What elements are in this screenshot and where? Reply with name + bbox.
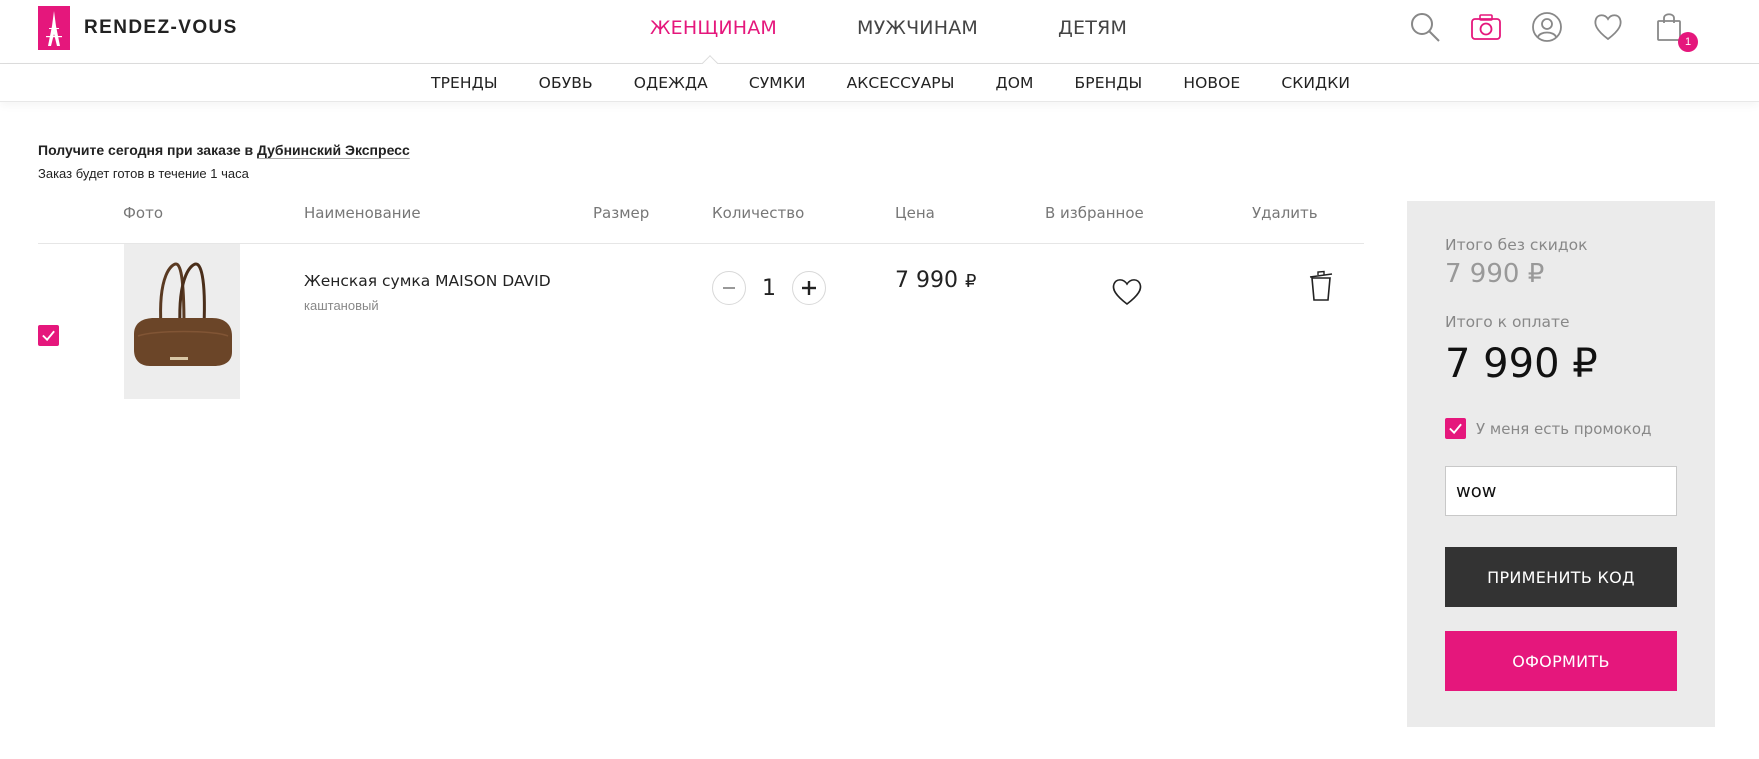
category-new[interactable]: НОВОЕ [1183,64,1240,102]
delivery-notice: Получите сегодня при заказе в Дубнинский… [38,142,410,181]
header-favorite: В избранное [1045,204,1144,222]
category-clothes[interactable]: ОДЕЖДА [634,64,708,102]
cart-row: Женская сумка MAISON DAVID каштановый 1 … [38,244,1364,404]
promo-code-input[interactable] [1445,466,1677,516]
row-select-checkbox[interactable] [38,325,59,346]
checkmark-icon [1449,423,1462,435]
total-label: Итого к оплате [1445,313,1570,331]
category-nav: ТРЕНДЫ ОБУВЬ ОДЕЖДА СУМКИ АКСЕССУАРЫ ДОМ… [0,64,1759,102]
cart-table-header: Фото Наименование Размер Количество Цена… [38,200,1364,244]
delivery-notice-subtitle: Заказ будет готов в течение 1 часа [38,166,249,181]
promo-code-toggle[interactable]: У меня есть промокод [1445,418,1651,439]
plus-icon [802,281,816,295]
search-icon[interactable] [1408,10,1442,44]
minus-icon [723,287,735,289]
checkmark-icon [42,330,55,342]
header-delete: Удалить [1252,204,1318,222]
main-nav-men[interactable]: МУЖЧИНАМ [857,0,978,56]
heart-icon [1112,279,1142,306]
product-name[interactable]: Женская сумка MAISON DAVID [304,272,551,290]
quantity-stepper: 1 [712,271,826,305]
delivery-notice-prefix: Получите сегодня при заказе в [38,142,257,158]
camera-icon[interactable] [1469,10,1503,44]
header-size: Размер [593,204,650,222]
checkout-button[interactable]: ОФОРМИТЬ [1445,631,1677,691]
user-icon[interactable] [1530,10,1564,44]
category-bags[interactable]: СУМКИ [749,64,806,102]
header-name: Наименование [304,204,421,222]
category-sale[interactable]: СКИДКИ [1281,64,1350,102]
header-quantity: Количество [712,204,805,222]
main-nav-women[interactable]: ЖЕНЩИНАМ [650,0,777,56]
price-currency: ₽ [964,271,977,292]
header-photo: Фото [123,204,164,222]
heart-icon[interactable] [1591,10,1625,44]
apply-promo-button[interactable]: ПРИМЕНИТЬ КОД [1445,547,1677,607]
delivery-notice-title: Получите сегодня при заказе в Дубнинский… [38,142,410,158]
category-shoes[interactable]: ОБУВЬ [539,64,593,102]
trash-icon [1309,270,1333,301]
delete-item-button[interactable] [1308,270,1334,302]
handbag-image [124,244,240,399]
quantity-decrease-button[interactable] [712,271,746,305]
main-nav-kids[interactable]: ДЕТЯМ [1058,0,1127,56]
category-trends[interactable]: ТРЕНДЫ [431,64,498,102]
price-value: 7 990 [895,268,958,293]
store-link[interactable]: Дубнинский Экспресс [257,142,410,158]
cart-count-badge: 1 [1678,32,1698,52]
add-to-favorites-button[interactable] [1110,274,1144,308]
product-color: каштановый [304,298,379,313]
cart-icon[interactable]: 1 [1652,10,1698,52]
site-header: RENDEZ-VOUS ЖЕНЩИНАМ МУЖЧИНАМ ДЕТЯМ 1 [0,0,1759,75]
product-photo[interactable] [124,244,240,399]
header-icons: 1 [1408,10,1713,52]
order-summary: Итого без скидок 7 990 ₽ Итого к оплате … [1407,201,1715,727]
category-accessories[interactable]: АКСЕССУАРЫ [847,64,955,102]
category-brands[interactable]: БРЕНДЫ [1075,64,1143,102]
subtotal-label: Итого без скидок [1445,236,1588,254]
total-value: 7 990 ₽ [1445,341,1598,387]
promo-checkbox[interactable] [1445,418,1466,439]
product-price: 7 990 ₽ [895,268,976,293]
promo-checkbox-label: У меня есть промокод [1476,419,1652,438]
header-price: Цена [895,204,935,222]
quantity-increase-button[interactable] [792,271,826,305]
category-home[interactable]: ДОМ [996,64,1034,102]
subtotal-value: 7 990 ₽ [1445,259,1545,289]
quantity-value: 1 [762,275,776,301]
